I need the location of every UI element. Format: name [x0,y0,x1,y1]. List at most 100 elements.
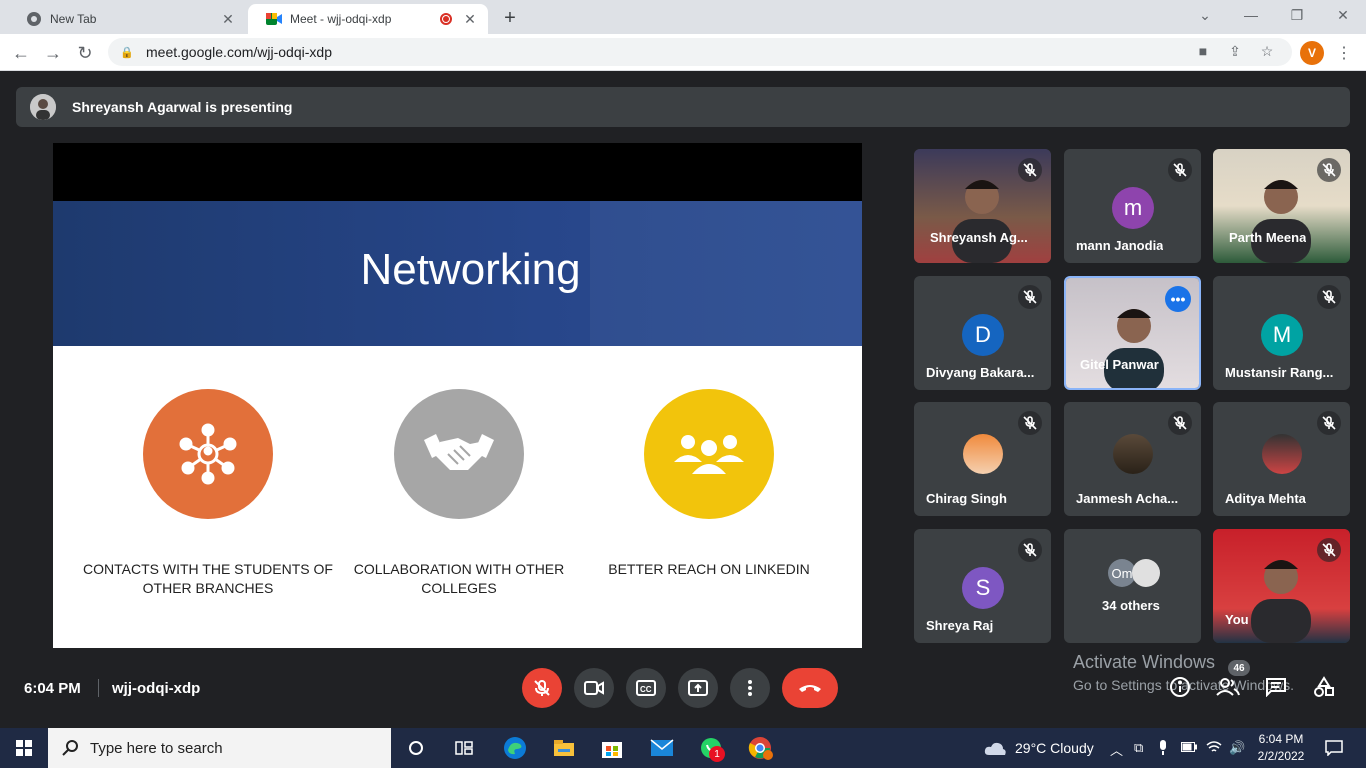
taskbar-clock[interactable]: 6:04 PM 2/2/2022 [1256,731,1306,765]
divider [98,679,99,697]
presenter-avatar [30,94,56,120]
participant-tile[interactable]: Parth Meena [1213,149,1350,263]
presenter-banner: Shreyansh Agarwal is presenting [16,87,1350,127]
mic-muted-icon [1317,538,1341,562]
chat-icon[interactable] [1263,674,1289,700]
mic-muted-icon [1317,285,1341,309]
back-icon[interactable]: ← [8,40,34,66]
close-window-button[interactable]: ✕ [1320,0,1366,30]
cortana-icon[interactable] [402,734,430,762]
meeting-details-icon[interactable] [1167,674,1193,700]
meet-main: Shreyansh Agarwal is presenting Networki… [0,71,1366,728]
tab-meet[interactable]: Meet - wjj-odqi-xdp ✕ [248,4,488,34]
leave-call-button[interactable] [782,668,838,708]
mic-off-button[interactable] [522,668,562,708]
participant-tile[interactable]: Aditya Mehta [1213,402,1350,516]
more-options-icon[interactable]: ••• [1165,286,1191,312]
tab-title: New Tab [50,12,97,26]
notification-badge: 1 [709,746,725,762]
slide-top-bar [53,143,862,201]
meeting-code: wjj-odqi-xdp [112,680,201,697]
caption-contacts: CONTACTS WITH THE STUDENTS OF OTHER BRAN… [83,561,333,596]
task-view-icon[interactable] [450,734,478,762]
participant-tile[interactable]: m mann Janodia [1064,149,1201,263]
file-explorer-icon[interactable] [550,734,578,762]
mic-muted-icon [1168,158,1192,182]
restore-button[interactable]: ❐ [1274,0,1320,30]
others-avatar-photo [1132,559,1160,587]
tab-new-tab[interactable]: New Tab ✕ [8,4,246,34]
camera-button[interactable] [574,668,614,708]
windows-start-icon[interactable] [0,728,48,768]
participant-tile[interactable]: S Shreya Raj [914,529,1051,643]
chrome-menu-icon[interactable]: ⋮ [1336,41,1352,65]
participant-avatar: S [962,567,1004,609]
taskbar-search[interactable]: Type here to search [48,728,391,768]
taskbar-time: 6:04 PM [1258,732,1304,746]
browser-toolbar: ← → ↻ 🔒 meet.google.com/wjj-odqi-xdp ■ ⇪… [0,34,1366,71]
meet-icon [266,11,282,27]
action-center-icon[interactable] [1325,740,1343,759]
share-icon[interactable]: ⇪ [1226,42,1244,60]
participant-name: Gitel Panwar [1080,357,1159,372]
activities-icon[interactable] [1311,674,1337,700]
participant-tile[interactable]: Janmesh Acha... [1064,402,1201,516]
reload-icon[interactable]: ↻ [72,40,98,66]
participant-tile[interactable]: D Divyang Bakara... [914,276,1051,390]
participant-name: Parth Meena [1229,230,1307,245]
new-tab-button[interactable]: + [498,6,522,30]
participant-name: Mustansir Rang... [1225,365,1334,380]
participant-name: Shreya Raj [926,618,994,633]
caption-linkedin: BETTER REACH ON LINKEDIN [608,561,810,577]
weather-widget[interactable]: 29°C Cloudy [983,728,1094,768]
search-icon [62,740,78,756]
profile-avatar[interactable]: V [1300,41,1324,65]
windows-taskbar: Type here to search 1 29°C Cloudy ︿ ⧉ 🔊 [0,728,1366,768]
bookmark-star-icon[interactable]: ☆ [1258,42,1276,60]
battery-icon[interactable] [1181,740,1198,755]
participant-name: 34 others [1102,598,1160,613]
edge-icon[interactable] [501,734,529,762]
participant-tile[interactable]: You [1213,529,1350,643]
more-options-button[interactable] [730,668,770,708]
close-tab-icon[interactable]: ✕ [218,9,238,29]
mail-icon[interactable] [648,734,676,762]
tab-search-icon[interactable]: ⌄ [1182,0,1228,30]
browser-tab-strip: New Tab ✕ Meet - wjj-odqi-xdp ✕ + ⌄ — ❐ … [0,0,1366,34]
participant-name: Janmesh Acha... [1076,491,1179,506]
cloud-icon [984,742,1006,755]
participant-avatar: M [1261,314,1303,356]
microphone-icon[interactable] [1158,740,1168,759]
participant-tile[interactable]: Shreyansh Ag... [914,149,1051,263]
weather-text: 29°C Cloudy [1015,740,1094,756]
profile-dot [763,750,773,760]
people-icon[interactable] [1215,674,1241,700]
close-tab-icon[interactable]: ✕ [460,9,480,29]
volume-icon[interactable]: 🔊 [1229,740,1245,756]
microsoft-store-icon[interactable] [598,734,626,762]
minimize-button[interactable]: — [1228,0,1274,30]
participant-avatar [1112,434,1153,474]
participant-avatar [1261,434,1302,474]
mic-muted-icon [1317,411,1341,435]
meet-tray-icon[interactable]: ⧉ [1134,740,1143,756]
participants-count-badge: 46 [1228,660,1250,676]
chrome-icon [26,11,42,27]
participant-tile[interactable]: M Mustansir Rang... [1213,276,1350,390]
mic-muted-icon [1018,538,1042,562]
captions-button[interactable]: CC [626,668,666,708]
show-hidden-icons[interactable]: ︿ [1110,740,1123,759]
presentation-slide: Networking CONTACTS WITH THE STUDENTS OF… [53,143,862,648]
participant-tile[interactable]: ••• Gitel Panwar [1064,276,1201,390]
forward-icon[interactable]: → [40,40,66,66]
participant-tile[interactable]: Chirag Singh [914,402,1051,516]
address-bar[interactable]: 🔒 meet.google.com/wjj-odqi-xdp ■ ⇪ ☆ [108,38,1292,66]
wifi-icon[interactable] [1206,740,1222,757]
camera-in-use-icon[interactable]: ■ [1194,42,1212,60]
tab-title: Meet - wjj-odqi-xdp [290,12,392,26]
participant-name: Aditya Mehta [1225,491,1306,506]
meeting-time: 6:04 PM [24,680,81,697]
present-button[interactable] [678,668,718,708]
handshake-icon [394,389,524,519]
participant-tile[interactable]: Om 34 others [1064,529,1201,643]
